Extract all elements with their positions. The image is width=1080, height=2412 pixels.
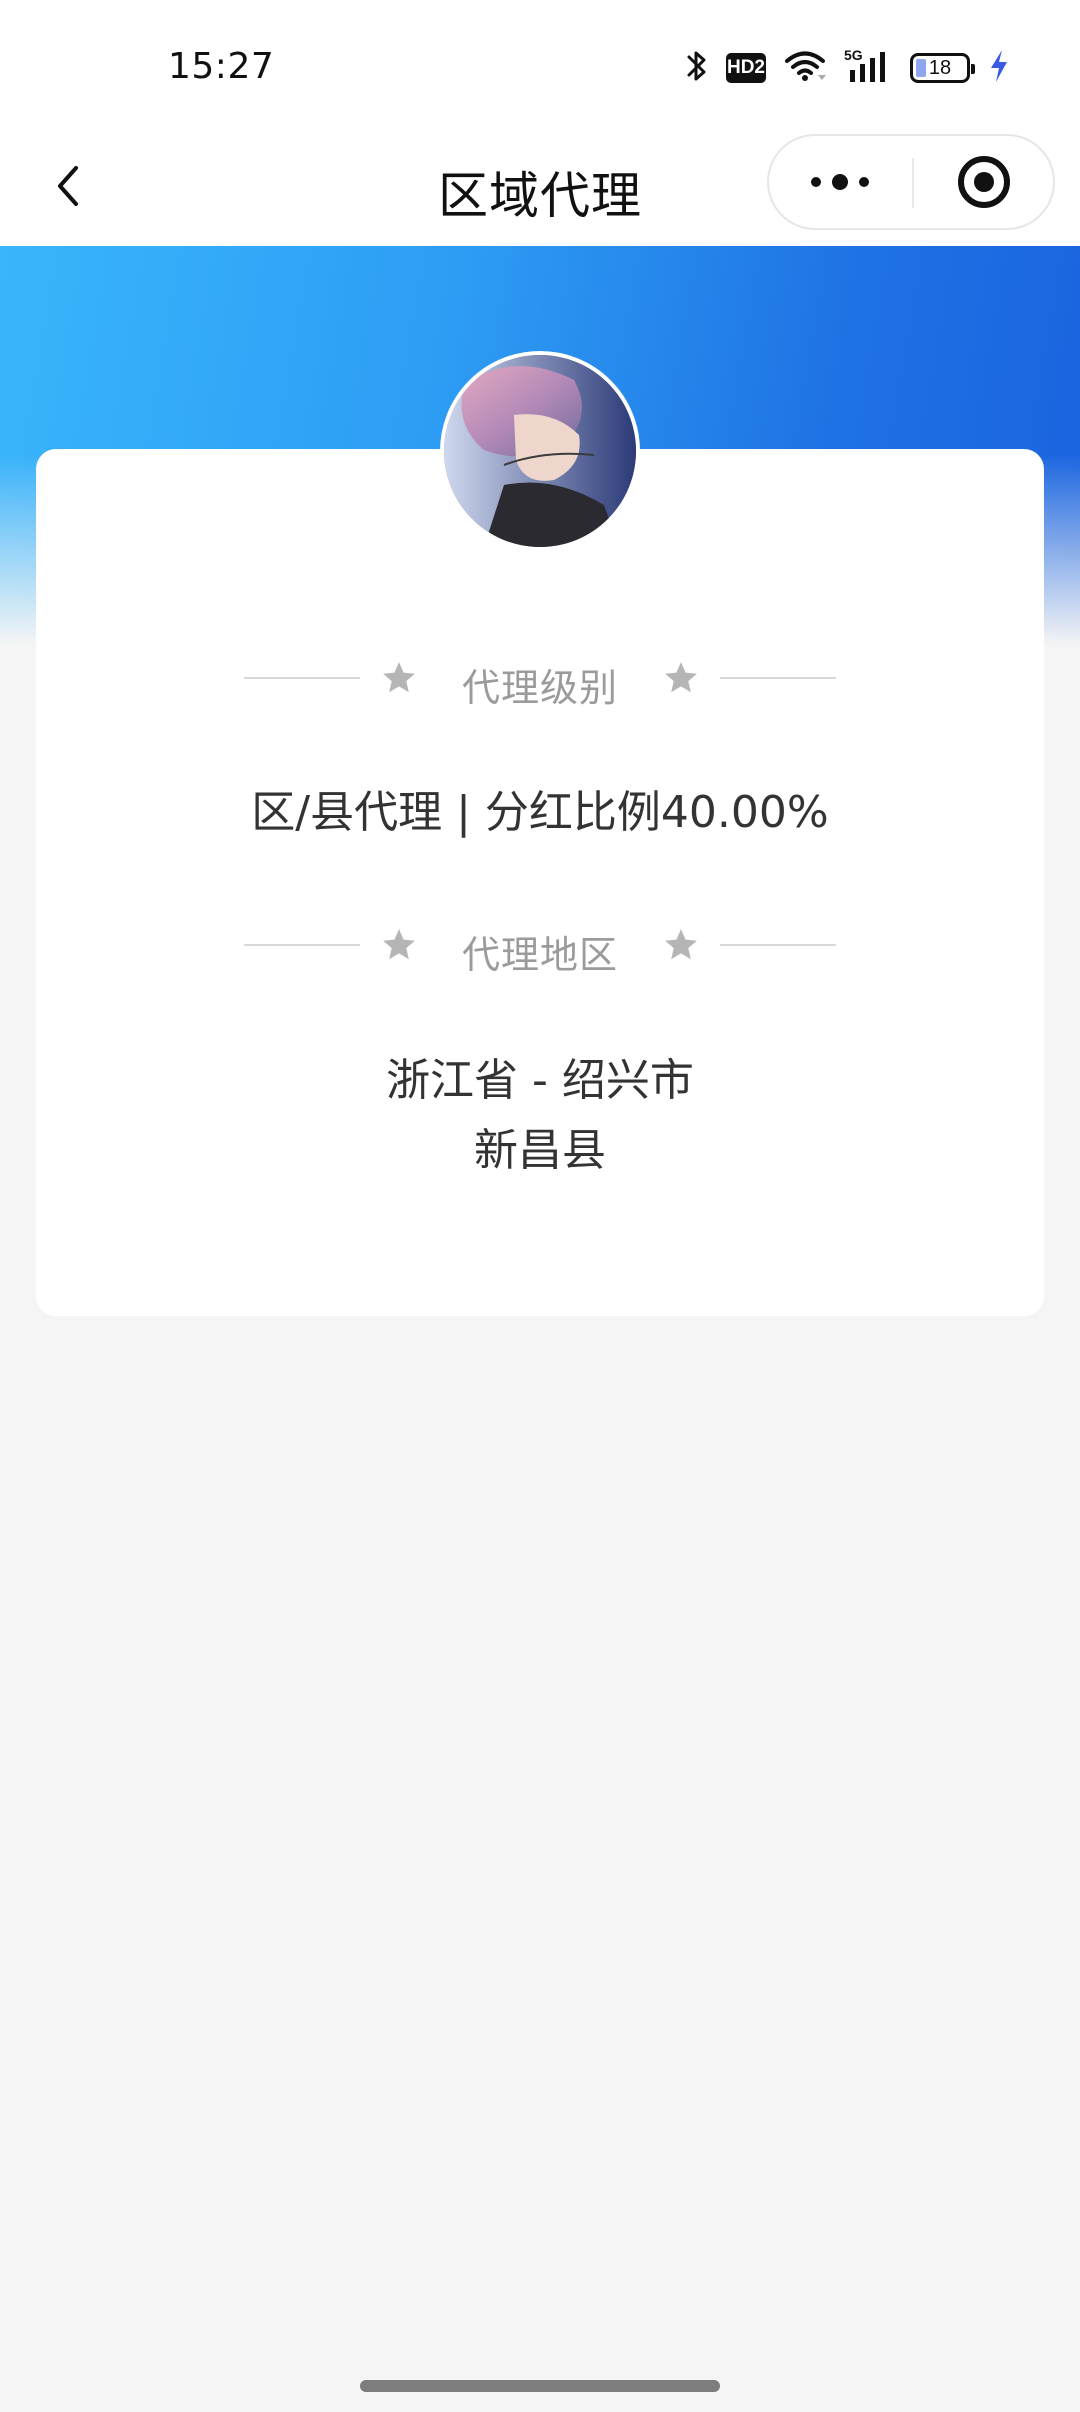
agent-level-value: 区/县代理 | 分红比例40.00% [251,787,829,838]
divider-line [720,677,836,679]
cellular-5g-icon: 5G [844,47,892,88]
region-section-label: 代理地区 [461,933,618,977]
star-icon [665,929,697,960]
wifi-icon [784,49,826,87]
charging-icon [988,48,1010,88]
region-county: 新昌县 [474,1125,606,1176]
battery-level: 18 [928,57,952,79]
network-label: 5G [844,48,863,63]
status-bar: 15:27 HD2 5G 18 [0,0,1080,130]
status-time: 15:27 [168,46,275,87]
more-dots-icon [811,174,869,190]
more-button[interactable] [769,136,911,228]
agent-page: 15:27 HD2 5G 18 区域代理 代理级别 区/县代理 | 分红比例40… [0,0,1080,2412]
status-icons: HD2 5G 18 [686,47,1010,88]
avatar-image [444,355,636,547]
close-mini-program-button[interactable] [914,136,1054,228]
target-close-icon [958,156,1010,208]
agent-info-card [36,449,1044,1316]
mini-program-capsule [767,134,1055,230]
divider-line [720,944,836,946]
level-section-label: 代理级别 [461,666,618,710]
region-province-city: 浙江省 - 绍兴市 [386,1055,694,1106]
hd-voice-icon: HD2 [726,53,766,83]
battery-icon: 18 [910,53,975,83]
home-indicator[interactable] [360,2380,720,2392]
level-section-header: 代理级别 [244,653,836,710]
user-avatar [440,351,640,551]
bluetooth-icon [686,48,708,88]
star-icon [665,662,697,693]
region-section-header: 代理地区 [244,920,836,977]
nav-bar: 区域代理 [0,130,1080,246]
